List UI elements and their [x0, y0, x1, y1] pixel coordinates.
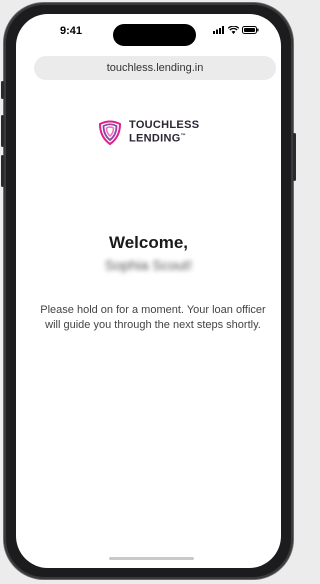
wait-message: Please hold on for a moment. Your loan o… — [40, 304, 266, 331]
volume-up-button — [1, 115, 4, 147]
trademark-symbol: ™ — [180, 132, 186, 139]
volume-down-button — [1, 155, 4, 187]
address-bar[interactable]: touchless.lending.in — [34, 56, 276, 80]
phone-frame: 9:41 touchless.lending.in TOUCHLESS LEND… — [1, 3, 296, 579]
dynamic-island — [113, 24, 196, 46]
action-button — [1, 81, 4, 99]
touchless-lending-logo: TOUCHLESS LENDING™ — [96, 118, 199, 146]
status-icons — [213, 26, 259, 34]
status-time: 9:41 — [60, 25, 83, 37]
battery-icon — [242, 26, 259, 34]
power-button — [293, 133, 296, 181]
signal-icon — [213, 26, 224, 34]
logo-line-2: LENDING — [129, 132, 181, 145]
logo-line-2-wrap: LENDING™ — [129, 131, 199, 145]
home-indicator[interactable] — [109, 557, 194, 560]
screen: 9:41 touchless.lending.in TOUCHLESS LEND… — [16, 14, 281, 568]
logo-line-1: TOUCHLESS — [129, 118, 200, 131]
logo-text: TOUCHLESS LENDING™ — [129, 118, 200, 145]
user-name: Sophia Scout! — [104, 257, 193, 273]
welcome-heading: Welcome, — [108, 233, 189, 252]
status-bar: 9:41 — [16, 14, 281, 54]
logo-mark-icon — [98, 120, 122, 146]
url-text: touchless.lending.in — [106, 62, 204, 74]
wifi-icon — [228, 26, 239, 34]
